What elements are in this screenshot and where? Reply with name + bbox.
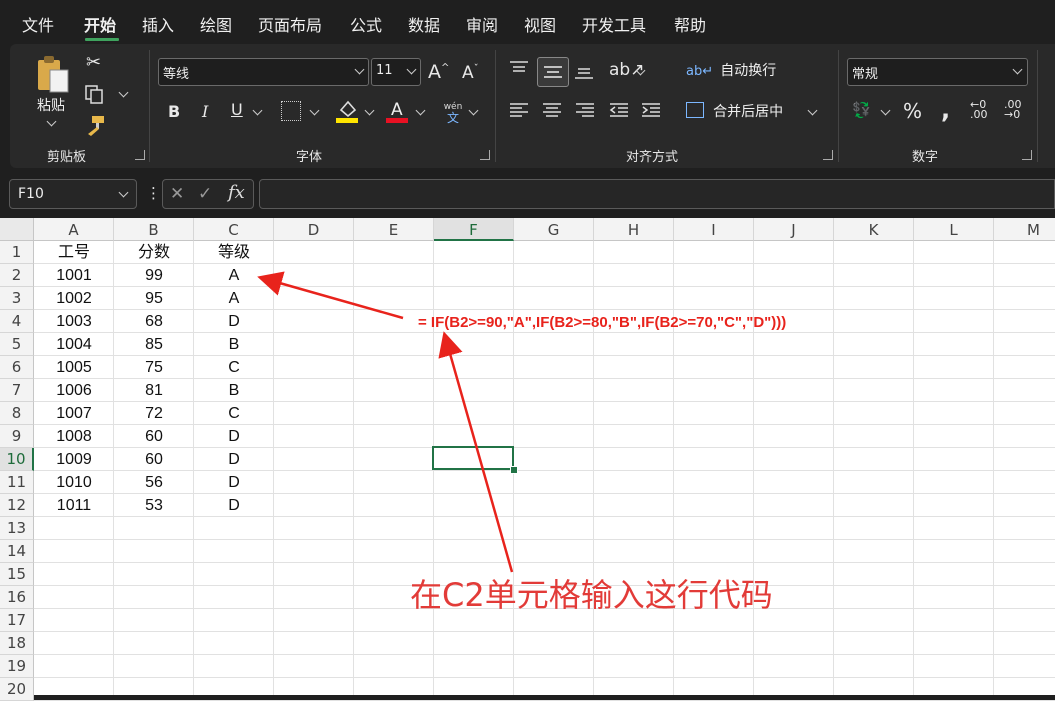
annotation-note: 在C2单元格输入这行代码 (410, 576, 773, 614)
arrow-to-formula (438, 331, 514, 573)
arrow-to-c2 (257, 271, 404, 320)
annotation-formula: = IF(B2>=90,"A",IF(B2>=80,"B",IF(B2>=70,… (418, 314, 787, 331)
